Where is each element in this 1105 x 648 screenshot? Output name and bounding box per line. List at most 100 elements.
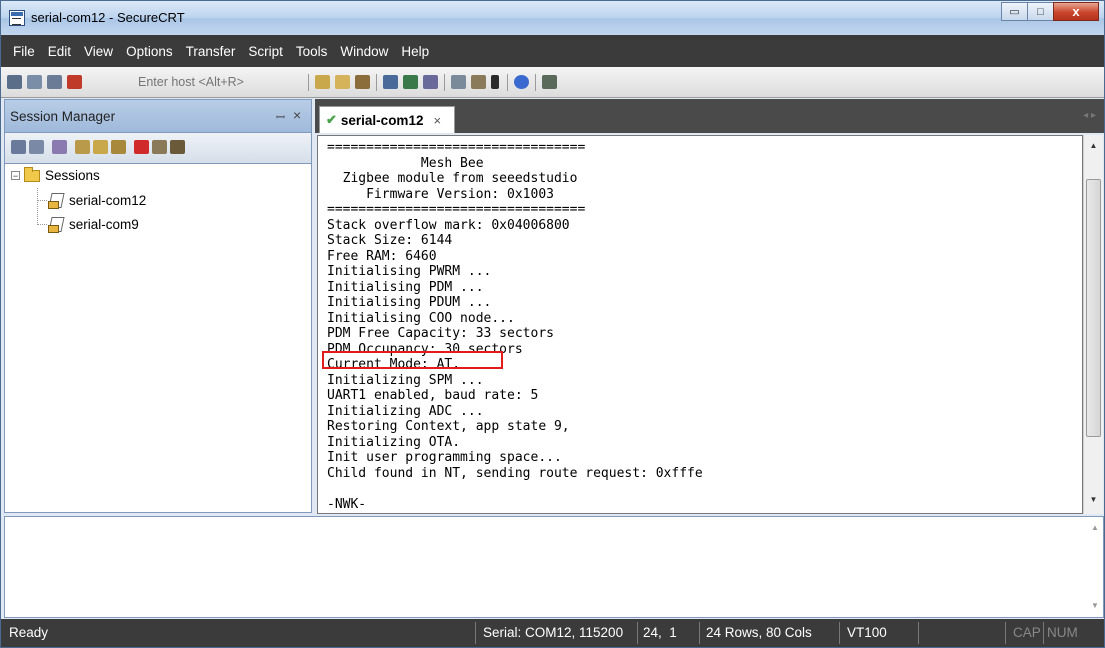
scrollbar-thumb[interactable] (1086, 179, 1101, 437)
new-session-icon[interactable] (52, 140, 67, 154)
title-bar[interactable]: serial-com12 - SecureCRT ▭ □ x (1, 1, 1104, 35)
command-window[interactable] (4, 516, 1104, 618)
menu-help[interactable]: Help (401, 44, 429, 59)
maximize-icon: □ (1037, 5, 1044, 18)
maximize-button[interactable]: □ (1027, 2, 1054, 21)
session-manager-title: Session Manager (10, 109, 116, 124)
pin-icon[interactable]: ꟷ (276, 110, 285, 125)
status-cursor: 24, 1 (643, 625, 677, 640)
cut-icon[interactable] (75, 140, 90, 154)
global-options-icon[interactable] (471, 75, 486, 89)
tree-root-label: Sessions (45, 168, 100, 183)
scroll-down-icon[interactable]: ▼ (1087, 601, 1103, 610)
toolbar-divider (444, 74, 445, 91)
terminal-line: ================================= (327, 202, 586, 217)
status-connection: Serial: COM12, 115200 (483, 625, 624, 640)
command-window-scrollbar[interactable]: ▲ ▼ (1087, 517, 1103, 617)
find-icon[interactable] (355, 75, 370, 89)
connected-check-icon: ✔ (326, 112, 337, 127)
session-icon (48, 216, 64, 233)
toolbar-divider (535, 74, 536, 91)
tab-close-icon[interactable]: × (433, 113, 441, 128)
session-manager-header: Session Manager ꟷ × (4, 99, 312, 133)
terminal-line: Initializing OTA. (327, 434, 461, 450)
toolbar-divider (308, 74, 309, 91)
terminal-line: Restoring Context, app state 9, (327, 419, 570, 434)
terminal-line: ================================= (327, 140, 586, 155)
sftp-icon[interactable] (542, 75, 557, 89)
minimize-button[interactable]: ▭ (1001, 2, 1028, 21)
menu-tools[interactable]: Tools (296, 44, 328, 59)
terminal-line: Stack Size: 6144 (327, 233, 453, 248)
terminal-line: Zigbee module from seeedstudio (327, 171, 578, 186)
menu-options[interactable]: Options (126, 44, 173, 59)
terminal-scrollbar[interactable]: ▲ ▼ (1083, 135, 1103, 514)
tree-item-serial-com12[interactable]: serial-com12 (48, 192, 146, 209)
menu-transfer[interactable]: Transfer (186, 44, 236, 59)
securecrt-app-icon[interactable] (9, 10, 25, 26)
terminal-line: Firmware Version: 0x1003 (327, 186, 554, 202)
printer-icon[interactable] (423, 75, 438, 89)
collapse-icon[interactable]: − (11, 171, 20, 181)
copy-icon[interactable] (315, 75, 330, 89)
connect-session-icon[interactable] (11, 140, 26, 154)
session-icon (48, 192, 64, 209)
status-divider (918, 622, 919, 644)
copy-session-icon[interactable] (93, 140, 108, 154)
paste-session-icon[interactable] (111, 140, 126, 154)
terminal-line: Initialising PDUM ... (327, 295, 492, 310)
tab-label: serial-com12 (340, 112, 424, 128)
print-icon[interactable] (383, 75, 398, 89)
menu-edit[interactable]: Edit (48, 44, 71, 59)
scroll-down-icon[interactable]: ▼ (1084, 495, 1103, 504)
status-num-lock: NUM (1047, 625, 1078, 640)
minimize-icon: ▭ (1009, 6, 1020, 18)
session-tree: − Sessions serial-com12 serial-com9 (4, 163, 312, 513)
tab-serial-com12[interactable]: ✔ serial-com12 × (319, 106, 455, 133)
menu-script[interactable]: Script (248, 44, 283, 59)
scroll-up-icon[interactable]: ▲ (1084, 141, 1103, 150)
terminal-line: UART1 enabled, baud rate: 5 (327, 388, 539, 403)
status-ready: Ready (9, 625, 49, 640)
find-session-icon[interactable] (170, 140, 185, 154)
terminal-screen[interactable]: ================================= Mesh B… (317, 135, 1083, 514)
session-manager-close-icon[interactable]: × (293, 107, 301, 123)
keymap-icon[interactable] (491, 75, 499, 89)
menu-file[interactable]: File (13, 44, 35, 59)
scroll-up-icon[interactable]: ▲ (1087, 523, 1103, 532)
terminal-line: Free RAM: 6460 (327, 248, 437, 264)
help-icon[interactable] (514, 75, 529, 89)
paste-icon[interactable] (335, 75, 350, 89)
disconnect-icon[interactable] (67, 75, 82, 89)
tree-connector (37, 188, 38, 225)
terminal-line: PDM Free Capacity: 33 sectors (327, 326, 554, 341)
terminal-line: Child found in NT, sending route request… (327, 465, 703, 481)
status-emulation: VT100 (847, 625, 887, 640)
tab-scroll-arrows[interactable]: ◂ ▸ (1083, 110, 1096, 121)
print-selection-icon[interactable] (403, 75, 418, 89)
delete-icon[interactable] (134, 140, 149, 154)
connect-in-tab-icon[interactable] (7, 75, 22, 89)
terminal-line: Initializing SPM ... (327, 372, 484, 388)
highlight-annotation (322, 351, 503, 369)
status-caps-lock: CAP (1013, 625, 1041, 640)
window-controls: ▭ □ x (1001, 2, 1099, 21)
quick-connect-icon[interactable] (27, 75, 42, 89)
menu-view[interactable]: View (84, 44, 113, 59)
close-icon: x (1072, 4, 1080, 19)
session-options-icon[interactable] (451, 75, 466, 89)
properties-icon[interactable] (152, 140, 167, 154)
close-button[interactable]: x (1053, 2, 1099, 21)
tree-connector (37, 200, 47, 201)
status-divider (1005, 622, 1006, 644)
enter-host-input[interactable] (134, 73, 312, 91)
folder-icon (24, 166, 40, 182)
connect-in-tab-session-icon[interactable] (29, 140, 44, 154)
tree-item-serial-com9[interactable]: serial-com9 (48, 216, 139, 233)
reconnect-icon[interactable] (47, 75, 62, 89)
toolbar-divider (376, 74, 377, 91)
tree-item-sessions[interactable]: − Sessions (11, 166, 100, 183)
menu-window[interactable]: Window (340, 44, 388, 59)
terminal-output: ================================= Mesh B… (327, 140, 703, 512)
